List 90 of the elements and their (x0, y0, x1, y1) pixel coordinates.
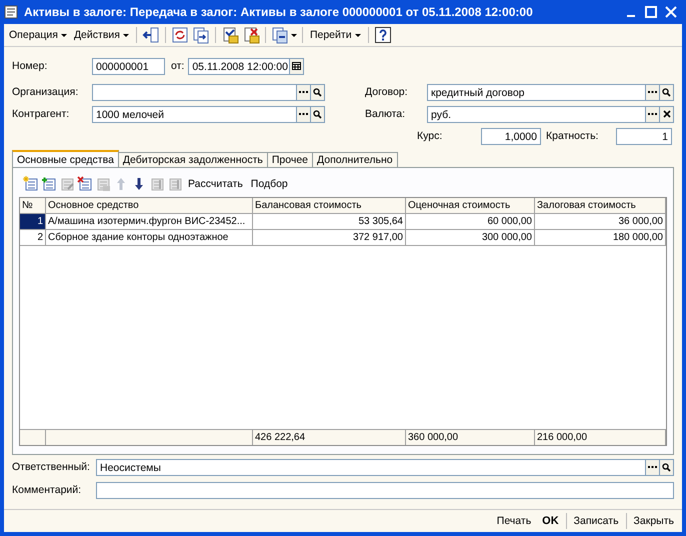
input-field[interactable]: 1000 мелочей (92, 106, 297, 122)
field-label: от: (171, 60, 184, 72)
column-header[interactable]: Основное средство (46, 198, 253, 214)
column-header[interactable]: Залоговая стоимость (535, 198, 666, 214)
copy-icon[interactable] (41, 176, 57, 192)
field-label: Валюта: (365, 108, 406, 120)
search-icon (662, 88, 671, 96)
total-cell: 216 000,00 (535, 429, 666, 445)
table-cell: 36 000,00 (535, 214, 666, 230)
delete-icon[interactable] (77, 176, 93, 192)
search-button[interactable] (311, 84, 325, 100)
footer-button[interactable]: Записать (570, 515, 623, 527)
tab[interactable]: Дебиторская задолженность (118, 152, 268, 167)
column-header[interactable]: Оценочная стоимость (406, 198, 535, 214)
maximize-icon[interactable] (642, 4, 660, 20)
ellipsis-button[interactable] (646, 458, 660, 476)
field-label: Номер: (12, 60, 48, 72)
refresh-icon[interactable] (170, 26, 189, 44)
action-button[interactable]: Подбор (248, 178, 291, 190)
ellipsis-icon (648, 466, 657, 468)
total-cell: 360 000,00 (406, 429, 535, 445)
tab[interactable]: Дополнительно (312, 152, 398, 167)
ellipsis-button[interactable] (646, 84, 660, 100)
table-cell: 60 000,00 (406, 214, 535, 230)
table-cell: Сборное здание конторы одноэтажное (46, 230, 253, 246)
table-cell: 300 000,00 (406, 230, 535, 246)
input-field[interactable]: руб. (427, 106, 646, 122)
field-label: Контрагент: (12, 108, 70, 120)
input-field[interactable] (92, 84, 297, 100)
search-icon (313, 110, 322, 118)
table-cell: 53 305,64 (253, 214, 406, 230)
search-button[interactable] (311, 106, 325, 122)
arrow-into-list-icon[interactable] (142, 26, 160, 44)
ellipsis-icon (648, 90, 657, 94)
footer-button[interactable]: OK (538, 515, 563, 527)
comment-field[interactable] (96, 482, 674, 498)
post-document-icon[interactable] (220, 26, 239, 44)
footer-button[interactable]: Закрыть (630, 515, 678, 527)
column-header[interactable]: № (20, 198, 46, 214)
calendar-icon (292, 62, 302, 70)
menu-button[interactable]: Перейти (308, 29, 363, 41)
number-field[interactable]: 000000001 (92, 58, 165, 74)
table-cell: А/машина изотермич.фургон ВИС-23452... (46, 214, 253, 230)
multiplicity-field[interactable]: 1 (616, 128, 672, 144)
field-label: Кратность: (546, 130, 600, 142)
table-cell (20, 429, 46, 445)
action-button[interactable]: Рассчитать (185, 178, 246, 190)
ellipsis-button[interactable] (297, 84, 311, 100)
column-header[interactable]: Балансовая стоимость (253, 198, 406, 214)
help-icon[interactable] (374, 26, 392, 44)
unpost-document-icon[interactable] (242, 26, 260, 44)
window-title: Активы в залоге: Передача в залог: Активы в залоге 000000001 от 05.11.2008 12:00:00 (24, 5, 534, 19)
search-button[interactable] (660, 458, 674, 476)
ellipsis-button[interactable] (297, 106, 311, 122)
ellipsis-icon (299, 112, 308, 116)
total-cell: 426 222,64 (253, 429, 406, 445)
menu-button[interactable]: Действия (72, 29, 131, 41)
table-cell: 2 (20, 230, 46, 246)
field-label: Комментарий: (12, 484, 82, 496)
search-icon (313, 88, 322, 96)
clear-button[interactable] (660, 106, 674, 122)
table-cell: 1 (20, 214, 46, 230)
table-cell: 180 000,00 (535, 230, 666, 246)
menu-button[interactable]: Операция (7, 29, 69, 41)
ellipsis-icon (648, 112, 657, 116)
input-field[interactable]: Неосистемы (96, 458, 646, 476)
field-label: Курс: (417, 130, 444, 142)
add-icon[interactable] (23, 176, 39, 192)
field-label: Организация: (12, 86, 80, 98)
table-cell: 372 917,00 (253, 230, 406, 246)
field-label: Договор: (365, 86, 409, 98)
ellipsis-button[interactable] (646, 106, 660, 122)
search-button[interactable] (660, 84, 674, 100)
search-icon (662, 462, 671, 472)
documents-arrow-icon[interactable] (192, 26, 210, 44)
documents-dropdown-button[interactable] (270, 26, 297, 44)
document-icon (4, 5, 18, 19)
field-label: Ответственный: (12, 461, 91, 473)
close-icon (662, 110, 670, 118)
tab[interactable]: Основные средства (12, 150, 119, 167)
ellipsis-icon (299, 90, 308, 94)
input-field[interactable]: кредитный договор (427, 84, 646, 100)
rate-field[interactable]: 1,0000 (481, 128, 541, 144)
footer-button[interactable]: Печать (492, 515, 536, 527)
caret-icon (354, 34, 361, 36)
tab[interactable]: Прочее (266, 152, 314, 167)
calendar-button[interactable] (290, 58, 304, 74)
date-field[interactable]: 05.11.2008 12:00:00 (188, 58, 290, 74)
table-row[interactable]: 1 А/машина изотермич.фургон ВИС-23452... 53 305,64 60 000,00 36 000,00 (20, 214, 666, 230)
table-row[interactable]: 2 Сборное здание конторы одноэтажное 372 917,00 300 000,00 180 000,00 (20, 230, 666, 246)
